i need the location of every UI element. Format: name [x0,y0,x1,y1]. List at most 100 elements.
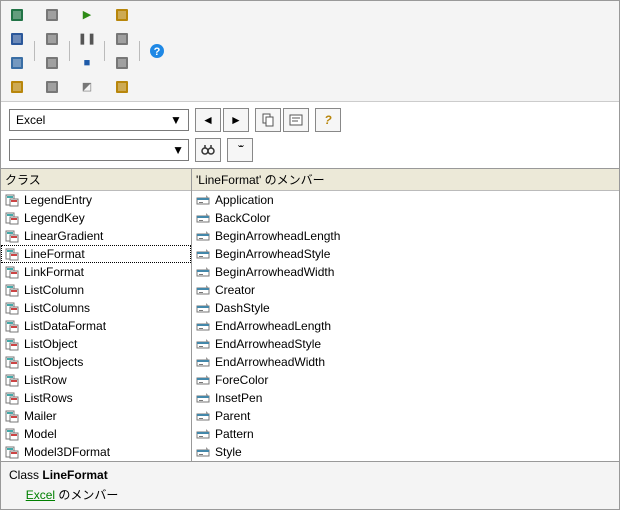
member-item[interactable]: BeginArrowheadWidth [192,263,619,281]
separator [139,41,140,61]
class-item[interactable]: LegendKey [1,209,191,227]
member-item[interactable]: Creator [192,281,619,299]
design-icon[interactable]: ◩ [75,75,99,99]
pause-icon[interactable]: ❚❚ [75,27,99,51]
member-item-label: EndArrowheadLength [215,319,331,333]
class-item-label: Mailer [24,409,57,423]
library-combo[interactable]: ▼ [9,109,189,131]
separator [34,41,35,61]
class-item[interactable]: LinkFormat [1,263,191,281]
class-item-label: Model [24,427,57,441]
class-item-label: ListColumn [24,283,84,297]
library-input[interactable] [14,112,158,128]
member-item-label: ForeColor [215,373,268,387]
search-row: ▼ ˇˇ [1,138,619,168]
class-item[interactable]: LinearGradient [1,227,191,245]
class-item-label: ListDataFormat [24,319,106,333]
class-item-label: LegendEntry [24,193,92,207]
class-item[interactable]: Model3DFormat [1,443,191,461]
stop-icon[interactable]: ■ [75,51,99,75]
show-search-results-button[interactable]: ˇˇ [227,138,253,162]
separator [104,41,105,61]
member-item[interactable]: Pattern [192,425,619,443]
classes-list[interactable]: LegendEntry LegendKey LinearGradient LineFo… [1,191,191,461]
member-item-label: Style [215,445,242,459]
member-item[interactable]: ForeColor [192,371,619,389]
member-item-label: EndArrowheadStyle [215,337,321,351]
class-item-label: LinearGradient [24,229,103,243]
word-icon[interactable] [5,27,29,51]
class-item-label: LineFormat [24,247,85,261]
run-icon[interactable]: ▶ [75,3,99,27]
svg-text:?: ? [154,46,161,58]
binoculars-icon[interactable] [195,138,221,162]
member-item[interactable]: Application [192,191,619,209]
class-icon[interactable] [40,75,64,99]
chevron-down-icon[interactable]: ▼ [172,143,184,157]
properties-icon[interactable] [110,27,134,51]
module-icon[interactable] [40,27,64,51]
project-icon[interactable] [110,3,134,27]
details-pane: Class LineFormat Excel のメンバー [1,461,619,509]
member-item-label: Pattern [215,427,254,441]
class-item[interactable]: ListColumns [1,299,191,317]
separator [69,41,70,61]
toolbox-icon[interactable] [110,75,134,99]
class-item[interactable]: ListDataFormat [1,317,191,335]
member-item-label: BeginArrowheadWidth [215,265,334,279]
member-item[interactable]: Style [192,443,619,461]
library-row: ▼ ◄ ► ? [1,102,619,138]
excel-icon[interactable] [5,3,29,27]
save-icon[interactable] [5,51,29,75]
nav-forward-button[interactable]: ► [223,108,249,132]
member-item-label: Creator [215,283,255,297]
member-item-label: Parent [215,409,250,423]
class-item[interactable]: ListColumn [1,281,191,299]
member-item-label: BackColor [215,211,270,225]
browser-icon[interactable] [110,51,134,75]
member-item[interactable]: BeginArrowheadLength [192,227,619,245]
class-item-label: ListObjects [24,355,83,369]
member-item-label: BeginArrowheadStyle [215,247,330,261]
copy-button[interactable] [255,108,281,132]
member-item-label: DashStyle [215,301,270,315]
chevron-down-icon[interactable]: ▼ [168,113,184,127]
members-pane: 'LineFormat' のメンバー ApplicationBackColorB… [192,169,619,461]
member-item[interactable]: EndArrowheadLength [192,317,619,335]
class-item[interactable]: ListRows [1,389,191,407]
members-list[interactable]: Application BackColor BeginArrowheadLength… [192,191,619,461]
class-item[interactable]: Model [1,425,191,443]
class-item[interactable]: ListRow [1,371,191,389]
form-icon[interactable] [40,51,64,75]
member-item[interactable]: BackColor [192,209,619,227]
class-item[interactable]: LineFormat [1,245,191,263]
member-item-label: EndArrowheadWidth [215,355,325,369]
class-item-label: ListColumns [24,301,90,315]
class-item[interactable]: ListObject [1,335,191,353]
search-input[interactable] [13,142,172,158]
member-item[interactable]: BeginArrowheadStyle [192,245,619,263]
help-button[interactable]: ? [315,108,341,132]
nav-back-button[interactable]: ◄ [195,108,221,132]
class-item[interactable]: LegendEntry [1,191,191,209]
class-item-label: ListObject [24,337,77,351]
view-definition-button[interactable] [283,108,309,132]
paste-icon[interactable] [5,75,29,99]
class-item-label: LinkFormat [24,265,84,279]
member-item[interactable]: EndArrowheadStyle [192,335,619,353]
search-combo[interactable]: ▼ [9,139,189,161]
classes-header: クラス [1,169,191,191]
class-item[interactable]: ListObjects [1,353,191,371]
member-item[interactable]: InsetPen [192,389,619,407]
class-item-label: Model3DFormat [24,445,110,459]
main-toolbar: ▶❚❚■◩ ? [1,1,619,102]
member-item-label: Application [215,193,274,207]
member-item[interactable]: EndArrowheadWidth [192,353,619,371]
member-item[interactable]: DashStyle [192,299,619,317]
help-icon[interactable]: ? [145,39,169,63]
class-item[interactable]: Mailer [1,407,191,425]
sheet-icon[interactable] [40,3,64,27]
details-library-link[interactable]: Excel [26,488,55,502]
member-item[interactable]: Parent [192,407,619,425]
classes-pane: クラス LegendEntry LegendKey LinearGradient Li… [1,169,192,461]
